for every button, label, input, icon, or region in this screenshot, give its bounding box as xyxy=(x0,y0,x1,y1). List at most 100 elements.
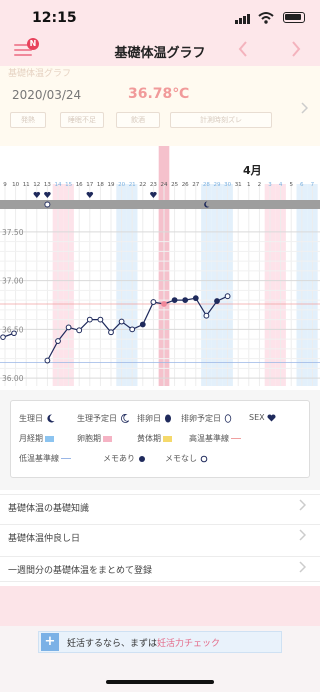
legend-sex: SEX xyxy=(249,413,276,422)
legend-menstruation: 生理日 xyxy=(19,413,55,424)
x-tick-label: 3 xyxy=(268,182,272,188)
ghost-label: 基礎体温グラフ xyxy=(8,69,72,79)
data-point xyxy=(76,327,83,334)
link-basics[interactable]: 基礎体温の基礎知識 xyxy=(0,494,320,520)
selected-date: 2020/03/24 xyxy=(12,88,82,102)
chip-lack-of-sleep[interactable]: 睡眠不足 xyxy=(60,112,104,128)
x-tick-label: 12 xyxy=(33,182,40,188)
x-tick-label: 17 xyxy=(86,182,93,188)
x-tick-label: 24 xyxy=(161,182,168,188)
chip-fever[interactable]: 発熱 xyxy=(10,112,46,128)
y-tick-label: 36.00 xyxy=(2,374,24,383)
chevron-right-icon xyxy=(298,499,307,514)
info-links: 基礎体温の基礎知識 基礎体温仲良し日 一週間分の基礎体温をまとめて登録 xyxy=(0,490,320,586)
chip-drinking[interactable]: 飲酒 xyxy=(116,112,160,128)
egg-filled-icon xyxy=(164,414,171,423)
x-tick-label: 25 xyxy=(171,182,178,188)
legend-low-baseline: 低温基準線 xyxy=(19,453,71,464)
info-chevron-icon xyxy=(300,102,309,118)
footer-spacer xyxy=(0,586,320,626)
x-tick-label: 19 xyxy=(108,182,115,188)
heart-icon xyxy=(44,191,51,198)
x-tick-label: 2 xyxy=(258,182,262,188)
moon-outline-icon xyxy=(120,414,130,423)
data-point xyxy=(139,321,146,328)
heart-icon xyxy=(267,413,276,421)
egg-outline-icon xyxy=(224,414,231,423)
fertility-check-banner[interactable]: + 妊活するなら、まずは妊活力チェック xyxy=(38,631,282,653)
data-point xyxy=(150,299,157,305)
data-point xyxy=(86,316,93,323)
data-point xyxy=(224,293,231,300)
legend-ovulation-planned: 排卵予定日 xyxy=(181,413,232,424)
y-tick-label: 37.50 xyxy=(2,228,24,237)
x-tick-label: 21 xyxy=(129,182,136,188)
data-point xyxy=(171,297,178,304)
data-point xyxy=(161,301,167,307)
next-month-button[interactable] xyxy=(290,40,302,63)
link-good-days[interactable]: 基礎体温仲良し日 xyxy=(0,524,320,550)
month-label: 4月 xyxy=(243,164,262,177)
wifi-icon xyxy=(258,12,274,24)
link-bulk-register[interactable]: 一週間分の基礎体温をまとめて登録 xyxy=(0,556,320,582)
data-point xyxy=(129,326,136,333)
data-point xyxy=(203,312,210,319)
data-point xyxy=(192,295,199,302)
legend-ovulation: 排卵日 xyxy=(137,413,172,424)
data-point xyxy=(55,338,61,344)
legend-menstrual-phase: 月経期 xyxy=(19,433,54,444)
heart-icon xyxy=(33,191,41,198)
moon-filled-icon xyxy=(46,414,55,423)
data-point xyxy=(118,318,125,325)
chevron-left-icon xyxy=(238,41,247,57)
heart-icon xyxy=(150,191,157,198)
page-title: 基礎体温グラフ xyxy=(114,46,206,61)
x-tick-label: 16 xyxy=(76,182,83,188)
chevron-right-icon xyxy=(298,529,307,544)
chevron-right-icon xyxy=(298,561,307,576)
x-tick-label: 23 xyxy=(150,182,157,188)
x-tick-label: 4 xyxy=(279,182,283,188)
legend-memo-yes: メモあり xyxy=(103,453,146,464)
heart-icon xyxy=(86,191,94,198)
ovulation-planned-icon xyxy=(44,201,51,208)
x-tick-label: 31 xyxy=(235,182,242,188)
prev-month-button[interactable] xyxy=(237,40,249,63)
x-tick-label: 9 xyxy=(3,182,7,188)
legend-menstruation-planned: 生理予定日 xyxy=(77,413,130,424)
data-point xyxy=(44,357,51,364)
x-tick-label: 7 xyxy=(311,182,315,188)
x-tick-label: 27 xyxy=(192,182,199,188)
dot-outline-icon xyxy=(200,455,207,462)
temperature-chart[interactable]: 4月 9 10 11 12 13 14 15 16 17 18 19 20 21 22 23 24 25 26 27… xyxy=(0,146,320,390)
x-tick-label: 20 xyxy=(118,182,125,188)
x-tick-label: 29 xyxy=(214,182,221,188)
data-point xyxy=(108,329,114,336)
x-tick-label: 10 xyxy=(12,182,19,188)
x-tick-label: 11 xyxy=(23,182,30,188)
legend-box: 生理日 生理予定日 排卵日 排卵予定日 SEX 月経期 卵胞期 黄体期 高温基準… xyxy=(10,400,310,478)
x-tick-label: 13 xyxy=(44,182,51,188)
signal-icon xyxy=(235,14,250,24)
legend-luteal-phase: 黄体期 xyxy=(137,433,172,444)
x-tick-label: 18 xyxy=(97,182,104,188)
data-point xyxy=(97,316,104,323)
medical-plus-icon: + xyxy=(41,633,59,651)
home-indicator xyxy=(106,680,214,684)
day-info-panel[interactable]: 基礎体温グラフ 2020/03/24 36.78℃ 発熱 睡眠不足 飲酒 計測時… xyxy=(0,66,320,146)
x-tick-label: 28 xyxy=(203,182,210,188)
x-tick-label: 26 xyxy=(182,182,189,188)
x-tick-label: 1 xyxy=(247,182,251,188)
y-tick-label: 37.00 xyxy=(2,277,24,286)
data-point xyxy=(182,297,189,304)
legend-follicular-phase: 卵胞期 xyxy=(77,433,112,444)
x-tick-label: 6 xyxy=(300,182,304,188)
legend-area: 生理日 生理予定日 排卵日 排卵予定日 SEX 月経期 卵胞期 黄体期 高温基準… xyxy=(0,390,320,490)
x-tick-label: 15 xyxy=(65,182,72,188)
x-tick-label: 14 xyxy=(55,182,62,188)
banner-prefix: 妊活するなら、まずは xyxy=(67,639,158,649)
chip-time-shift[interactable]: 計測時刻ズレ xyxy=(170,112,272,128)
status-time: 12:15 xyxy=(32,10,77,26)
status-bar: 12:15 xyxy=(0,0,320,36)
battery-icon xyxy=(283,12,305,23)
